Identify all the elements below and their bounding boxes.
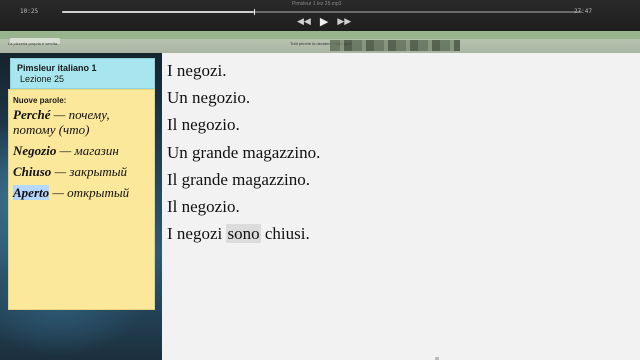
vocab-word: Negozio [13, 143, 57, 158]
playback-scrubber[interactable] [62, 9, 582, 15]
vocab-translation: — магазин [56, 143, 119, 158]
playhead-handle[interactable] [254, 9, 256, 15]
doc-line: Il negozio. [167, 115, 240, 135]
note-title: Pimsleur italiano 1 [17, 63, 97, 73]
vocab-heading: Nuove parole: [13, 96, 67, 105]
text-document[interactable]: I negozi. Un negozio. Il negozio. Un gra… [162, 53, 640, 360]
vocab-word-selected: Aperto [13, 185, 50, 200]
vocab-entry: Negozio — магазин [13, 143, 150, 158]
sticky-note-header: Pimsleur italiano 1 Lezione 25 [10, 58, 155, 89]
vocab-entry: Chiuso — закрытый [13, 164, 150, 179]
doc-line: Un grande magazzino. [167, 142, 321, 162]
transport-controls: ◀◀ ▶ ▶▶ [297, 16, 351, 28]
browser-toolbar [0, 31, 640, 39]
browser-thumbnails [330, 40, 460, 51]
note-lesson: Lezione 25 [20, 74, 65, 84]
doc-line: Il grande magazzino. [167, 169, 311, 189]
doc-line: Un negozio. [167, 88, 251, 108]
doc-line: Il negozio. [167, 197, 240, 217]
doc-line: I negozi. [167, 61, 227, 80]
doc-line-last: I negozi sono chiusi. [167, 220, 635, 247]
vocab-word: Perché [13, 107, 51, 122]
fast-forward-icon[interactable]: ▶▶ [337, 16, 351, 28]
playback-progress-fill [62, 11, 255, 13]
vocab-translation: — открытый [49, 185, 130, 200]
remaining-time: 27:47 [573, 8, 592, 15]
play-icon[interactable]: ▶ [320, 16, 328, 28]
sticky-note-vocabulary[interactable]: Nuove parole: Perché — почему, потому (ч… [8, 89, 155, 310]
rewind-icon[interactable]: ◀◀ [297, 16, 311, 28]
elapsed-time: 10:25 [20, 8, 39, 15]
vocab-entry: Perché — почему, потому (что) [13, 107, 150, 137]
doc-text-before: I negozi [167, 224, 227, 244]
vocab-entry: Aperto — открытый [13, 185, 150, 200]
background-browser-window: La pizzeria propria è servita... Tutti p… [0, 31, 640, 53]
vocab-word: Chiuso [13, 164, 52, 179]
doc-text-after: chiusi. [260, 224, 310, 244]
media-player-bar: 10:25 Pimsleur 1 lez 25.mp3 27:47 ◀◀ ▶ ▶… [0, 0, 640, 32]
file-title: Pimsleur 1 lez 25.mp3 [292, 1, 342, 7]
doc-highlighted-word: sono [226, 224, 261, 244]
browser-tab-left[interactable]: La pizzeria propria è servita... [8, 41, 60, 46]
vocab-translation: — закрытый [51, 164, 128, 179]
